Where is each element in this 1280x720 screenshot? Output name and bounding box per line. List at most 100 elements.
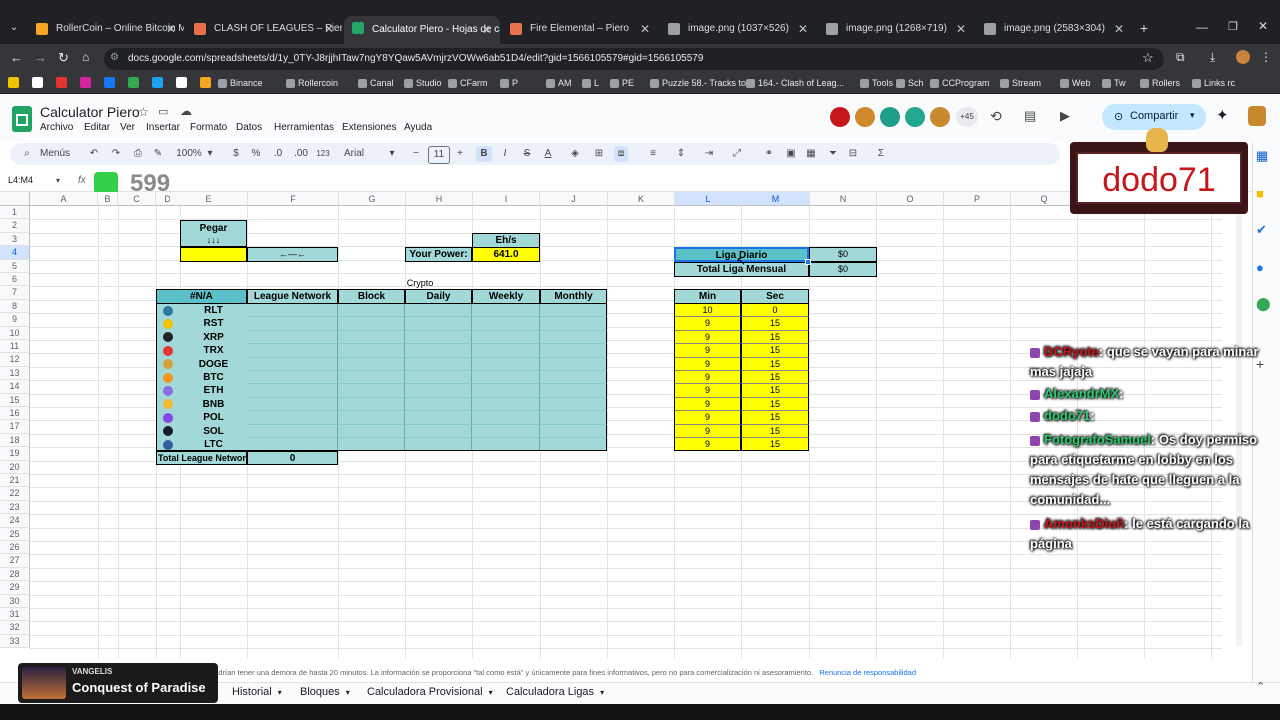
coin-symbol[interactable]: POL <box>180 411 247 425</box>
bookmark-icon[interactable] <box>8 77 19 88</box>
browser-tab[interactable]: image.png (2583×304) ✕ <box>976 17 1132 41</box>
table-cell[interactable] <box>405 330 472 345</box>
table-cell[interactable] <box>338 424 405 438</box>
search-menus-icon[interactable]: ⌕ <box>20 146 34 162</box>
bookmark-item[interactable]: Puzzle 58.- Tracks to... <box>650 72 754 94</box>
min-sec-cell[interactable]: 15 <box>741 397 809 412</box>
row-header-27[interactable]: 27 <box>0 554 30 568</box>
move-folder-icon[interactable]: ▭ <box>158 105 168 118</box>
share-button[interactable]: ⊙ Compartir ▾ <box>1102 104 1206 130</box>
chat-username[interactable]: FotografoSamuel <box>1044 432 1151 447</box>
table-cell[interactable] <box>247 317 338 331</box>
table-cell[interactable] <box>405 344 472 358</box>
table-cell[interactable] <box>338 357 405 371</box>
row-header-29[interactable]: 29 <box>0 581 30 595</box>
borders-icon[interactable]: ⊞ <box>592 146 606 162</box>
row-header-19[interactable]: 19 <box>0 447 30 461</box>
column-header-g[interactable]: G <box>339 192 406 206</box>
disclaimer-link[interactable]: Renuncia de responsabilidad <box>819 668 916 677</box>
table-cell[interactable] <box>472 317 540 331</box>
bookmark-item[interactable]: AM <box>546 72 572 94</box>
min-sec-cell[interactable]: 15 <box>741 344 809 358</box>
bookmark-item[interactable]: CCProgram <box>930 72 990 94</box>
bookmark-item[interactable]: Sch <box>896 72 924 94</box>
bookmark-icon[interactable] <box>104 77 115 88</box>
row-header-12[interactable]: 12 <box>0 353 30 367</box>
tasks-icon[interactable]: ✔ <box>1256 222 1267 238</box>
menu-ayuda[interactable]: Ayuda <box>404 122 432 133</box>
bookmark-item[interactable]: Stream <box>1000 72 1041 94</box>
new-tab-icon[interactable]: + <box>1136 20 1152 36</box>
number-format-button[interactable]: 123 <box>314 146 332 162</box>
column-header-o[interactable]: O <box>877 192 944 206</box>
table-cell[interactable] <box>405 411 472 425</box>
bookmark-icon[interactable] <box>176 77 187 88</box>
min-sec-cell[interactable]: 9 <box>674 411 741 425</box>
coin-symbol[interactable]: DOGE <box>180 357 247 371</box>
bookmark-item[interactable]: Canal <box>358 72 394 94</box>
table-cell[interactable] <box>405 317 472 331</box>
paint-format-icon[interactable]: ✎ <box>152 146 164 162</box>
browser-tab[interactable]: RollerCoin – Online Bitcoin Mini ✕ <box>28 17 184 41</box>
percent-format-button[interactable]: % <box>250 146 262 162</box>
maps-icon[interactable]: ⬤ <box>1256 296 1271 312</box>
row-header-13[interactable]: 13 <box>0 366 30 381</box>
table-cell[interactable] <box>472 344 540 358</box>
min-sec-cell[interactable]: 9 <box>674 317 741 331</box>
table-cell[interactable] <box>472 357 540 371</box>
close-tab-icon[interactable]: ✕ <box>956 17 966 41</box>
minimize-icon[interactable]: — <box>1196 20 1208 34</box>
star-icon[interactable]: ☆ <box>138 105 149 119</box>
row-header-11[interactable]: 11 <box>0 340 30 354</box>
table-cell[interactable] <box>247 371 338 385</box>
sheets-logo-icon[interactable] <box>12 106 32 132</box>
row-header-16[interactable]: 16 <box>0 407 30 421</box>
insert-link-icon[interactable]: ⚭ <box>762 146 776 162</box>
table-header-cell[interactable]: Monthly <box>540 289 607 304</box>
column-header-h[interactable]: H <box>406 192 473 206</box>
account-avatar[interactable] <box>1248 106 1266 126</box>
row-header-23[interactable]: 23 <box>0 500 30 515</box>
filter-icon[interactable]: ⏷ <box>826 146 840 162</box>
column-header-m[interactable]: M <box>742 192 810 206</box>
table-header-cell[interactable]: #N/A <box>156 289 247 304</box>
min-sec-cell[interactable]: 9 <box>674 424 741 438</box>
min-sec-cell[interactable]: 9 <box>674 330 741 345</box>
browser-tab[interactable]: Calculator Piero - Hojas de cálc ✕ <box>344 16 500 44</box>
coin-symbol[interactable]: BTC <box>180 371 247 385</box>
table-cell[interactable] <box>338 317 405 331</box>
table-cell[interactable] <box>472 304 540 318</box>
table-cell[interactable] <box>540 411 607 425</box>
strikethrough-button[interactable]: S <box>520 146 534 162</box>
history-icon[interactable]: ⟲ <box>990 108 1002 125</box>
bookmark-item[interactable]: L <box>582 72 599 94</box>
coin-symbol[interactable]: XRP <box>180 330 247 345</box>
table-cell[interactable] <box>405 397 472 412</box>
table-cell[interactable] <box>247 411 338 425</box>
row-header-17[interactable]: 17 <box>0 420 30 434</box>
doc-title[interactable]: Calculator Piero <box>40 104 140 120</box>
table-cell[interactable] <box>247 397 338 412</box>
chat-username[interactable]: dodo71 <box>1044 408 1090 423</box>
table-cell[interactable] <box>472 371 540 385</box>
site-info-icon[interactable]: ⚙ <box>110 52 119 63</box>
bookmark-icon[interactable] <box>56 77 67 88</box>
row-header-24[interactable]: 24 <box>0 514 30 528</box>
table-cell[interactable] <box>405 304 472 318</box>
font-select[interactable]: Arial <box>344 146 384 162</box>
browser-tab[interactable]: Fire Elemental – Piero ✕ <box>502 17 658 41</box>
select-all-corner[interactable] <box>0 192 30 206</box>
table-cell[interactable] <box>472 397 540 412</box>
fill-handle[interactable] <box>805 259 811 265</box>
table-cell[interactable] <box>540 424 607 438</box>
close-tab-icon[interactable]: ✕ <box>324 17 334 41</box>
min-sec-cell[interactable]: 9 <box>674 357 741 371</box>
bookmark-item[interactable]: Rollercoin <box>286 72 338 94</box>
filter-views-icon[interactable]: ⊟ <box>846 146 860 162</box>
tab-search-icon[interactable]: ⌄ <box>6 20 22 36</box>
bookmark-item[interactable]: 164.- Clash of Leag... <box>746 72 844 94</box>
collaborator-avatar[interactable] <box>930 107 950 127</box>
row-header-32[interactable]: 32 <box>0 621 30 635</box>
bookmark-star-icon[interactable]: ☆ <box>1142 50 1154 66</box>
insert-comment-icon[interactable]: ▣ <box>784 146 798 162</box>
